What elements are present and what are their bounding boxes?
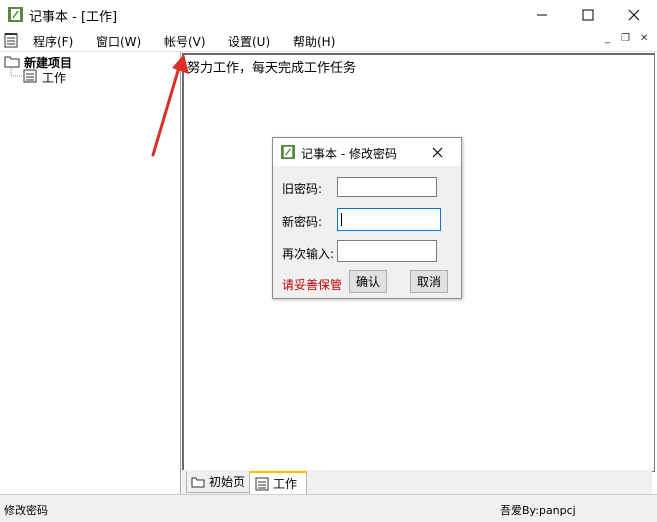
menu-bar: 程序(F) 窗口(W) 帐号(V) 设置(U) 帮助(H) _ ❐ ✕: [0, 30, 657, 52]
menu-program[interactable]: 程序(F): [33, 33, 73, 50]
text-cursor: [341, 213, 342, 226]
tab-work[interactable]: 工作: [249, 471, 307, 495]
mdi-minimize-button[interactable]: _: [605, 33, 610, 44]
document-icon: [255, 477, 269, 490]
menu-help[interactable]: 帮助(H): [293, 33, 335, 50]
close-icon: [628, 9, 640, 21]
status-right-text: 吾爱By:panpcj: [500, 504, 576, 517]
mdi-restore-button[interactable]: ❐: [621, 33, 630, 44]
old-password-label: 旧密码:: [282, 182, 323, 196]
document-icon[interactable]: [3, 32, 19, 48]
new-password-field[interactable]: [337, 208, 441, 231]
keep-safe-hint: 请妥善保管: [282, 278, 343, 292]
tree-connector: [10, 68, 22, 77]
status-bar: 修改密码 吾爱By:panpcj: [0, 494, 657, 522]
maximize-icon: [582, 9, 594, 21]
notepad-app-icon: [8, 7, 23, 22]
tab-strip: 初始页 工作: [182, 470, 652, 495]
title-bar: 记事本 - [工作]: [0, 0, 657, 30]
old-password-field[interactable]: [337, 177, 437, 197]
tab-label: 工作: [273, 477, 298, 491]
tab-start-page[interactable]: 初始页: [186, 471, 250, 493]
mdi-close-button[interactable]: ✕: [640, 33, 648, 44]
red-arrow-annotation: [151, 54, 189, 157]
new-password-label: 新密码:: [282, 215, 323, 229]
close-button[interactable]: [611, 0, 657, 30]
document-icon: [23, 69, 37, 83]
folder-icon: [191, 477, 205, 487]
editor-content: 努力工作，每天完成工作任务: [187, 61, 357, 76]
confirm-button[interactable]: 确认: [349, 270, 387, 293]
notepad-app-icon: [281, 145, 295, 159]
confirm-password-field[interactable]: [337, 240, 437, 262]
confirm-password-label: 再次输入:: [282, 247, 335, 261]
tree-child-item[interactable]: 工作: [42, 69, 66, 86]
status-left-text: 修改密码: [4, 504, 48, 517]
dialog-title: 记事本 - 修改密码: [301, 147, 397, 161]
minimize-button[interactable]: [519, 0, 565, 30]
window-title: 记事本 - [工作]: [29, 10, 118, 25]
close-icon[interactable]: [432, 147, 443, 158]
minimize-icon: [537, 14, 547, 16]
tab-label: 初始页: [209, 475, 246, 489]
menu-settings[interactable]: 设置(U): [228, 33, 270, 50]
cancel-button[interactable]: 取消: [410, 270, 448, 293]
change-password-dialog: 记事本 - 修改密码 旧密码: 新密码: 再次输入: 请妥善保管 确认 取消: [272, 137, 462, 299]
folder-icon: [4, 56, 20, 68]
menu-window[interactable]: 窗口(W): [96, 33, 141, 50]
maximize-button[interactable]: [565, 0, 611, 30]
dialog-title-bar: 记事本 - 修改密码: [273, 138, 461, 166]
menu-account[interactable]: 帐号(V): [164, 33, 206, 50]
